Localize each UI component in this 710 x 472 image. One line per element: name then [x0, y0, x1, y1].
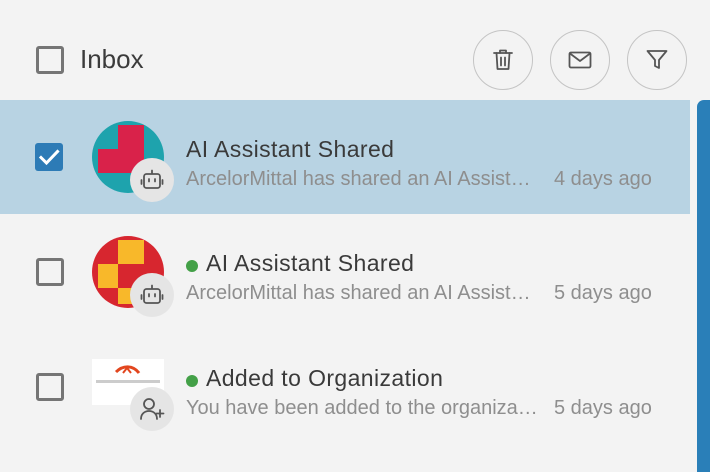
notification-row[interactable]: AI Assistant Shared ArcelorMittal has sh… [0, 100, 690, 214]
select-all-checkbox[interactable] [36, 46, 64, 74]
mark-read-button[interactable] [550, 30, 610, 90]
notification-preview: You have been added to the organization [186, 397, 538, 419]
notification-time: 5 days ago [554, 282, 652, 304]
row-checkbox[interactable] [35, 143, 63, 171]
inbox-title: Inbox [80, 44, 144, 74]
notification-title: AI Assistant Shared [206, 250, 415, 276]
robot-badge [130, 273, 174, 317]
row-checkbox[interactable] [36, 373, 64, 401]
robot-icon [140, 284, 164, 304]
scrollbar[interactable] [697, 100, 710, 472]
user-add-badge [130, 387, 174, 431]
notification-time: 5 days ago [554, 397, 652, 419]
robot-icon [140, 169, 164, 189]
user-add-icon [140, 398, 165, 420]
checkmark-icon [38, 149, 60, 166]
notification-time: 4 days ago [554, 168, 652, 190]
filter-icon [646, 50, 668, 69]
inbox-header: Inbox [0, 0, 710, 100]
notification-row[interactable]: AI Assistant Shared ArcelorMittal has sh… [0, 214, 690, 328]
trash-icon [493, 49, 513, 70]
unread-indicator [186, 375, 198, 387]
notification-preview: ArcelorMittal has shared an AI Assistant [186, 168, 538, 190]
notification-row[interactable]: Added to Organization You have been adde… [0, 329, 690, 443]
mail-icon [568, 51, 592, 69]
unread-indicator [186, 260, 198, 272]
robot-badge [130, 158, 174, 202]
filter-button[interactable] [627, 30, 687, 90]
row-checkbox[interactable] [36, 258, 64, 286]
notification-preview: ArcelorMittal has shared an AI Assistant [186, 282, 538, 304]
delete-button[interactable] [473, 30, 533, 90]
notification-title: Added to Organization [206, 365, 444, 391]
notification-title: AI Assistant Shared [186, 136, 395, 162]
